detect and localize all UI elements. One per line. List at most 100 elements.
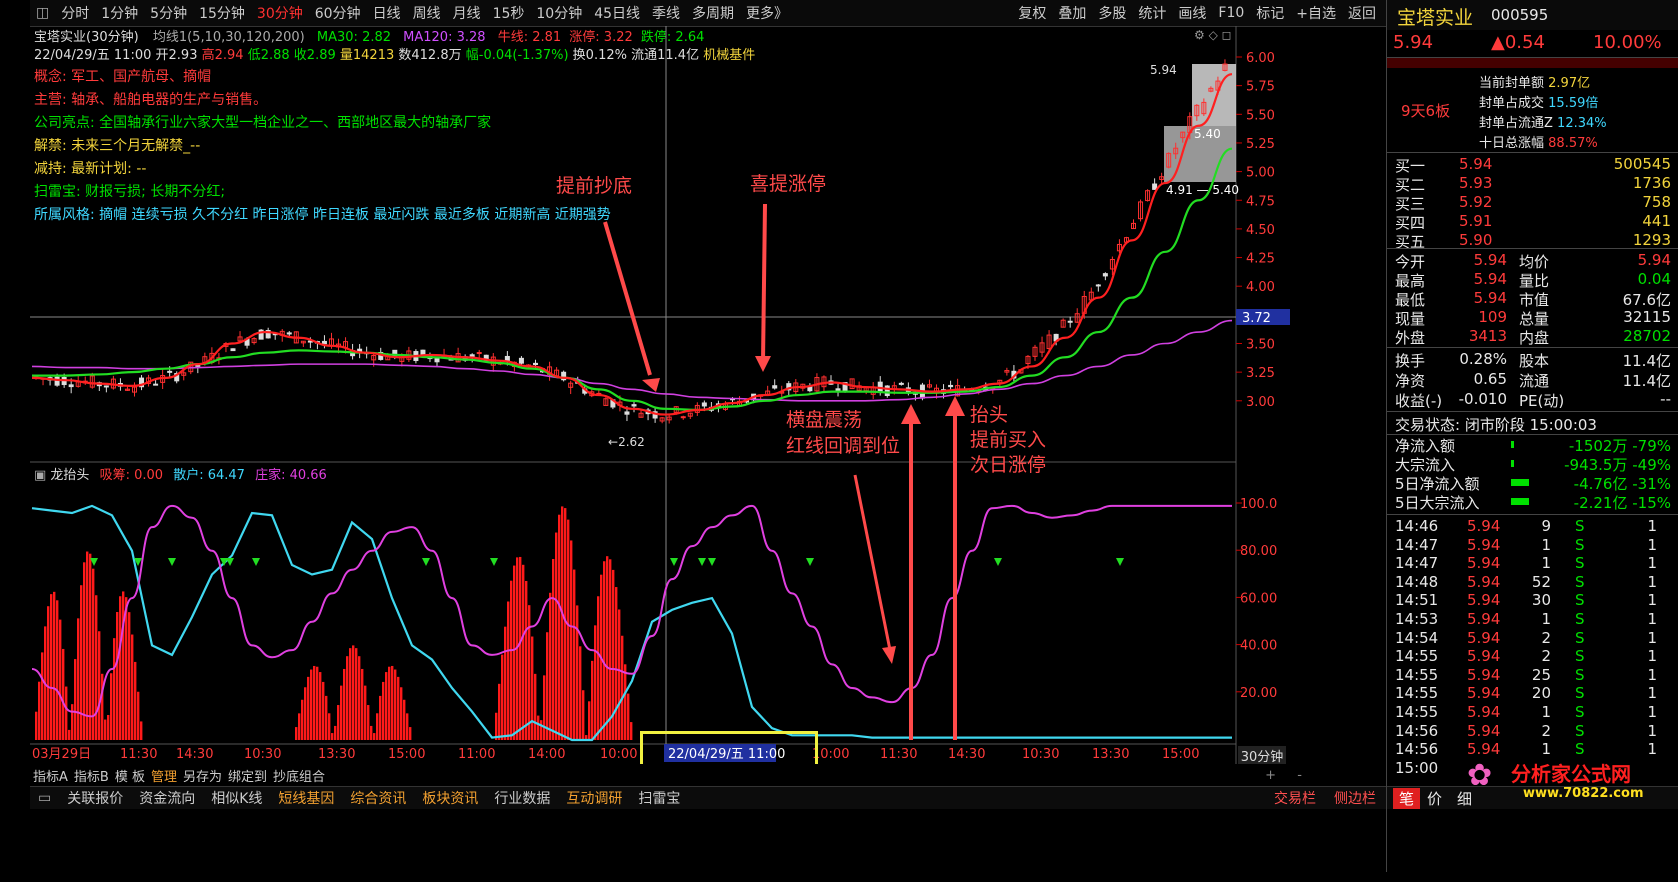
quote-row: 现量 109 总量 32115: [1387, 308, 1678, 329]
save-as-tab[interactable]: 另存为: [180, 766, 225, 785]
period-label[interactable]: 30分钟: [1238, 746, 1286, 765]
template-tab[interactable]: 模 板: [112, 766, 148, 785]
tick-side: S: [1575, 591, 1585, 610]
seal-value: 15.59倍: [1548, 96, 1599, 111]
bottom-tab[interactable]: 行业数据: [486, 788, 558, 808]
bottom-tab[interactable]: 短线基因: [270, 788, 342, 808]
tick-tab-active[interactable]: 笔: [1393, 788, 1421, 809]
quote-value: 32115: [1623, 308, 1671, 326]
bid-volume: 1293: [1632, 231, 1671, 249]
flow-bar: [1511, 479, 1529, 486]
bid-price: 5.91: [1459, 212, 1493, 230]
candle-body: [167, 370, 173, 373]
candle-body: [680, 416, 686, 419]
quote-grid-2: 换手 0.28% 股本 11.4亿 净资 0.65 流通 11.4亿 收益(-) -0.010 PE…: [1387, 347, 1678, 410]
bottom-tab[interactable]: 资金流向: [131, 788, 203, 808]
xichou-bar: [86, 551, 89, 740]
xichou-bar: [597, 596, 600, 740]
trade-bar-button[interactable]: 交易栏: [1274, 788, 1316, 808]
annotation-sideways-1: 横盘震荡: [786, 409, 862, 431]
quote-value: -0.010: [1458, 390, 1507, 408]
tick-time: 15:00: [1395, 758, 1439, 777]
bid-volume: 758: [1642, 193, 1671, 211]
indicator-name[interactable]: 龙抬头: [50, 468, 89, 483]
xichou-bar: [606, 556, 609, 740]
tick-side: S: [1575, 647, 1585, 666]
xichou-bar: [74, 659, 77, 740]
candle-body: [835, 388, 841, 391]
xichou-bar: [140, 721, 143, 740]
bottom-tab[interactable]: 互动调研: [558, 788, 630, 808]
manage-tab[interactable]: 管理: [148, 766, 180, 785]
tick-time: 14:54: [1395, 628, 1439, 647]
tick-tab[interactable]: 价: [1427, 788, 1442, 809]
indicator-toggle-icon[interactable]: ▣: [34, 468, 50, 483]
chart-area[interactable]: ◫ 分时 1分钟 5分钟 15分钟 30分钟 60分钟 日线 周线 月线 15秒…: [30, 0, 1386, 872]
bind-to-tab[interactable]: 绑定到: [225, 766, 270, 785]
indicator-b-tab[interactable]: 指标B: [71, 766, 112, 785]
candle-body: [321, 340, 327, 345]
tick-count: 1: [1647, 628, 1657, 647]
xichou-bar: [624, 664, 627, 740]
tick-count: 1: [1647, 554, 1657, 573]
side-bar-button[interactable]: 侧边栏: [1334, 788, 1376, 808]
bottom-tab[interactable]: 扫雷宝: [630, 788, 688, 808]
seal-row: 封单占流通Z 12.34%: [1479, 114, 1607, 134]
annotation-raise-1: 抬头: [970, 404, 1008, 426]
xichou-bar: [603, 561, 606, 740]
bid-price: 5.94: [1459, 155, 1493, 173]
tick-time: 14:56: [1395, 740, 1439, 759]
xichou-bar: [579, 646, 582, 740]
quote-value: 109: [1478, 308, 1507, 326]
xichou-bar: [295, 727, 298, 740]
sanhu-value: 散户: 64.47: [173, 468, 245, 483]
quote-key: 今开: [1395, 253, 1426, 271]
seal-value: 12.34%: [1557, 116, 1607, 131]
zhuangjia-value: 庄家: 40.66: [255, 468, 327, 483]
xichou-bar: [495, 712, 498, 740]
candle-body: [701, 402, 707, 407]
xichou-bar: [68, 729, 71, 740]
xichou-bar: [71, 704, 74, 740]
price-row: 5.94 ▲0.54 10.00%: [1387, 30, 1678, 56]
buy-signal-marker: [698, 558, 706, 566]
y-tick-label: 5.50: [1246, 108, 1275, 123]
tick-volume: 25: [1531, 665, 1551, 684]
bottom-tab[interactable]: 相似K线: [203, 788, 270, 808]
xichou-bar: [113, 638, 116, 740]
zoom-out-icon[interactable]: -: [1297, 768, 1302, 783]
seal-row: 当前封单额 2.97亿: [1479, 74, 1607, 94]
expand-handle[interactable]: [1387, 57, 1678, 68]
flow-value: -2.21亿 -15%: [1573, 494, 1671, 512]
xichou-bar: [564, 508, 567, 740]
xichou-bar: [388, 666, 391, 740]
tick-volume: 9: [1541, 517, 1551, 535]
bottom-combo-tab[interactable]: 抄底组合: [270, 766, 328, 785]
quote-value: --: [1660, 390, 1671, 408]
indicator-a-tab[interactable]: 指标A: [30, 766, 71, 785]
xichou-bar: [59, 619, 62, 740]
y-tick-label: 6.00: [1246, 51, 1275, 66]
xichou-bar: [304, 687, 307, 740]
bottom-tab[interactable]: 板块资讯: [414, 788, 486, 808]
watermark-logo: ✿ 分析家公式网 www.70822.com: [1467, 752, 1677, 808]
buy-signal-marker: [422, 558, 430, 566]
tick-side: S: [1575, 703, 1585, 721]
y-tick-label: 5.00: [1246, 166, 1275, 181]
xichou-bar: [116, 612, 119, 740]
candle-body: [420, 349, 426, 356]
bottom-menu-icon[interactable]: ▭: [30, 790, 59, 806]
buy-signal-marker: [1116, 558, 1124, 566]
tick-time: 14:47: [1395, 554, 1439, 573]
xichou-bar: [510, 580, 513, 740]
xichou-bar: [134, 661, 137, 740]
xichou-bar: [107, 714, 110, 740]
bottom-tab[interactable]: 关联报价: [59, 788, 131, 808]
candle-body: [230, 348, 236, 352]
ind-y-tick-label: 40.00: [1240, 639, 1277, 654]
x-tick-label: 10:30: [1022, 747, 1059, 762]
zoom-in-icon[interactable]: +: [1265, 768, 1276, 783]
candle-body: [631, 404, 637, 407]
bottom-tab[interactable]: 综合资讯: [342, 788, 414, 808]
y-tick-label: 3.50: [1246, 338, 1275, 353]
